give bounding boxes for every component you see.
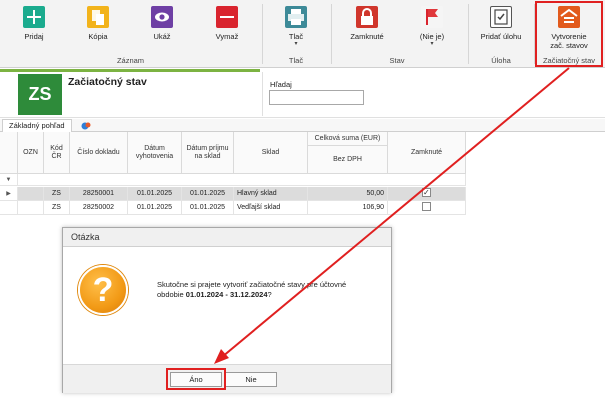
copy-icon [87, 6, 109, 28]
dropdown-arrow-icon: ▾ [294, 41, 298, 47]
search-input[interactable] [269, 90, 364, 105]
ribbon-separator [262, 4, 263, 64]
cell-sklad[interactable]: Vedľajší sklad [234, 201, 308, 215]
cell-kod[interactable]: ZS [44, 187, 70, 201]
locked-button-label: Zamknuté [350, 32, 384, 41]
annotation-highlight-box [535, 1, 603, 67]
cell-ozn[interactable] [18, 201, 44, 215]
column-header-datum-prijmu[interactable]: Dátum príjmu na sklad [182, 132, 234, 174]
module-tile: ZS [18, 74, 62, 115]
dialog-title: Otázka [63, 228, 391, 247]
cell-cislo[interactable]: 28250001 [70, 187, 128, 201]
show-button-label: Ukáž [153, 32, 171, 41]
show-button[interactable]: Ukáž [142, 0, 182, 56]
print-button[interactable]: Tlač ▾ [276, 0, 316, 56]
dialog-message-suffix: ? [267, 290, 272, 299]
row-indicator-header [0, 132, 18, 174]
copy-button-label: Kópia [88, 32, 108, 41]
column-group-header-celkova-suma: Celková suma (EUR) [308, 132, 388, 146]
dialog-message: Skutočne si prajete vytvoriť začiatočné … [157, 280, 385, 300]
header-text: vyhotovenia [135, 152, 174, 160]
cell-sklad[interactable]: Hlavný sklad [234, 187, 308, 201]
cell-bez-dph[interactable]: 50,00 [308, 187, 388, 201]
column-header-ozn[interactable]: OZN [18, 132, 44, 174]
document-header: ZS Začiatočný stav Hľadaj [0, 69, 605, 118]
cell-cislo[interactable]: 28250002 [70, 201, 128, 215]
question-dialog: Otázka ? Skutočne si prajete vytvoriť za… [62, 227, 392, 393]
cell-zamknute[interactable] [388, 187, 466, 201]
column-header-zamknute[interactable]: Zamknuté [388, 132, 466, 174]
header-text: Kód [50, 144, 63, 152]
page-title: Začiatočný stav [68, 76, 147, 88]
delete-button[interactable]: Vymaž [207, 0, 247, 56]
current-row-indicator-icon: ▶ [0, 187, 18, 201]
task-icon [490, 6, 512, 28]
view-tabstrip: Základný pohľad [0, 119, 605, 132]
locked-button[interactable]: Zamknuté [340, 0, 394, 56]
dropdown-arrow-icon: ▾ [430, 41, 434, 47]
locked-checkbox[interactable] [422, 201, 431, 211]
ribbon-separator [468, 4, 469, 64]
ribbon-separator [331, 4, 332, 64]
view-settings-icon[interactable] [81, 121, 91, 130]
filter-row[interactable] [18, 174, 466, 186]
add-task-button[interactable]: Pridať úlohu [474, 0, 528, 56]
question-icon: ? [78, 265, 128, 315]
add-button[interactable]: Pridaj [14, 0, 54, 56]
cell-datum-prijmu[interactable]: 01.01.2025 [182, 187, 234, 201]
no-button[interactable]: Nie [225, 372, 277, 387]
print-button-label: Tlač [288, 32, 304, 41]
lock-icon [356, 6, 378, 28]
minus-icon [216, 6, 238, 28]
header-text: na sklad [194, 152, 221, 160]
status-dropdown-button[interactable]: (Nie je) ▾ [410, 0, 454, 56]
header-text: ČR [51, 152, 62, 160]
cell-datum-vyhotovenia[interactable]: 01.01.2025 [128, 187, 182, 201]
cell-bez-dph[interactable]: 106,90 [308, 201, 388, 215]
filter-row-icon: ▼ [0, 174, 18, 186]
tab-basic-view[interactable]: Základný pohľad [2, 119, 72, 132]
copy-button[interactable]: Kópia [78, 0, 118, 56]
group-label-uloha: Úloha [491, 56, 511, 65]
dialog-message-line1: Skutočne si prajete vytvoriť začiatočné … [157, 280, 347, 289]
column-header-datum-vyhotovenia[interactable]: Dátum vyhotovenia [128, 132, 182, 174]
row-indicator [0, 201, 18, 215]
search-label: Hľadaj [270, 80, 292, 89]
locked-checkbox[interactable] [422, 187, 431, 200]
group-label-stav: Stav [389, 56, 405, 65]
group-label-zaznam: Záznam [116, 56, 145, 65]
flag-icon [421, 6, 443, 28]
column-header-cislo[interactable]: Číslo dokladu [70, 132, 128, 174]
cell-datum-prijmu[interactable]: 01.01.2025 [182, 201, 234, 215]
cell-datum-vyhotovenia[interactable]: 01.01.2025 [128, 201, 182, 215]
dialog-message-prefix: obdobie [157, 290, 186, 299]
delete-button-label: Vymaž [215, 32, 239, 41]
cell-kod[interactable]: ZS [44, 201, 70, 215]
dialog-message-period: 01.01.2024 - 31.12.2024 [185, 290, 268, 299]
header-text: Dátum [144, 144, 165, 152]
cell-ozn[interactable] [18, 187, 44, 201]
column-header-bez-dph[interactable]: Bez DPH [308, 146, 388, 174]
header-separator [262, 72, 263, 116]
dialog-footer: Áno Nie [63, 364, 391, 393]
ribbon-toolbar: Pridaj Kópia Ukáž Vymaž Záznam Tlač ▾ Tl… [0, 0, 605, 68]
column-header-kod-cr[interactable]: Kód ČR [44, 132, 70, 174]
status-dropdown-label: (Nie je) [419, 32, 445, 41]
documents-table: OZN Kód ČR Číslo dokladu Dátum vyhotoven… [0, 132, 605, 227]
group-label-tlac: Tlač [288, 56, 304, 65]
accent-bar [0, 69, 260, 72]
cell-zamknute[interactable] [388, 201, 466, 215]
add-button-label: Pridaj [24, 32, 44, 41]
header-text: Dátum príjmu [186, 144, 229, 152]
column-header-sklad[interactable]: Sklad [234, 132, 308, 174]
plus-icon [23, 6, 45, 28]
add-task-button-label: Pridať úlohu [480, 32, 522, 41]
printer-icon [285, 6, 307, 28]
annotation-highlight-box [166, 368, 226, 390]
eye-icon [151, 6, 173, 28]
